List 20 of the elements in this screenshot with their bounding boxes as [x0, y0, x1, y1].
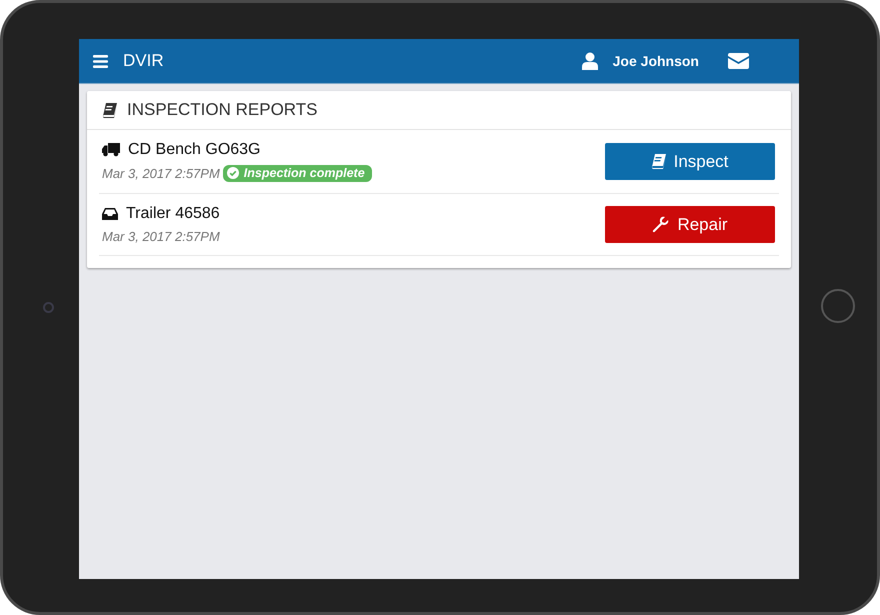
- app-title: DVIR: [123, 51, 164, 71]
- book-icon: [652, 154, 666, 169]
- check-circle-icon: [226, 167, 239, 179]
- envelope-icon[interactable]: [728, 53, 749, 69]
- user-name[interactable]: Joe Johnson: [612, 53, 699, 69]
- inspect-button[interactable]: Inspect: [605, 143, 775, 180]
- card-title: INSPECTION REPORTS: [127, 100, 318, 120]
- wrench-icon: [652, 216, 670, 233]
- status-badge: Inspection complete: [222, 165, 372, 182]
- vehicle-name: CD Bench GO63G: [128, 141, 260, 159]
- report-date: Mar 3, 2017 2:57PM: [102, 229, 220, 244]
- vehicle-name: Trailer 46586: [126, 205, 220, 223]
- repair-button[interactable]: Repair: [605, 206, 775, 243]
- truck-icon: [102, 143, 120, 157]
- camera-icon: [43, 302, 54, 313]
- report-date: Mar 3, 2017 2:57PM: [102, 166, 220, 181]
- user-icon: [582, 52, 598, 70]
- menu-icon[interactable]: [93, 54, 108, 68]
- tray-icon: [102, 208, 118, 220]
- book-icon: [103, 102, 117, 118]
